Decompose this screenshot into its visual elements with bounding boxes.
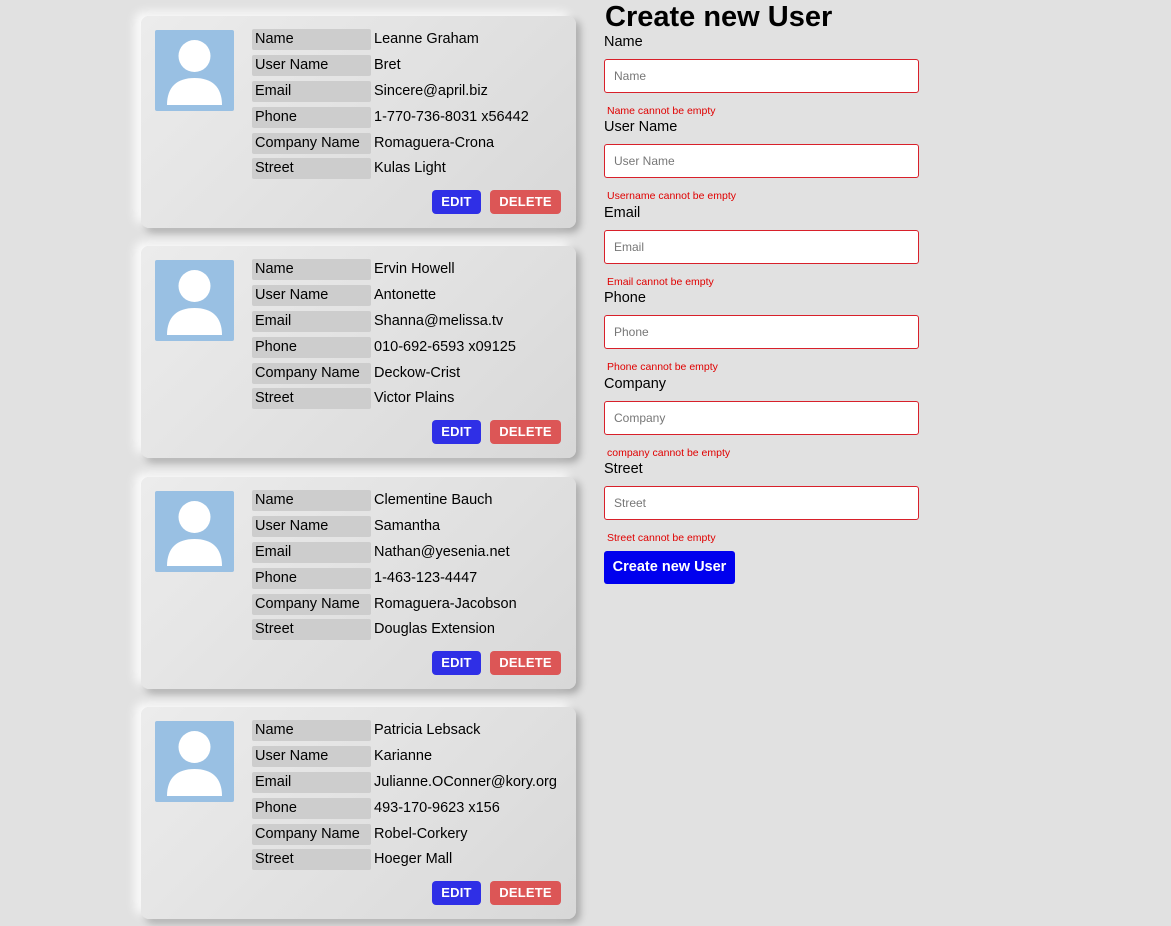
delete-button[interactable]: DELETE [490,651,561,675]
email-value: Sincere@april.biz [374,82,488,99]
street-label: Street [252,388,371,410]
email-input[interactable] [604,230,919,264]
name-value: Leanne Graham [374,31,479,47]
form-title: Create new User [605,1,833,33]
company-value: Robel-Corkery [374,825,468,842]
email-value: Nathan@yesenia.net [374,543,510,560]
user-card: Name Ervin Howell User Name Antonette Emai… [141,246,576,458]
name-label: Name [252,490,371,511]
user-info: Name Ervin Howell User Name Antonette Emai… [252,258,572,413]
edit-button[interactable]: EDIT [432,190,481,214]
street-field-label: Street [604,461,643,477]
name-value: Patricia Lebsack [374,722,481,738]
user-avatar-icon [155,721,234,802]
username-label: User Name [252,54,371,76]
phone-label: Phone [252,336,371,358]
username-label: User Name [252,515,371,537]
user-info: Name Clementine Bauch User Name Samantha E… [252,489,572,644]
delete-button[interactable]: DELETE [490,420,561,444]
email-label: Email [252,80,371,102]
company-input[interactable] [604,401,919,435]
phone-field-label: Phone [604,290,646,306]
user-info: Name Leanne Graham User Name Bret Email Sin… [252,28,572,183]
name-value: Clementine Bauch [374,492,493,508]
phone-value: 1-463-123-4447 [374,569,478,586]
email-label: Email [252,771,371,793]
company-label: Company Name [252,593,371,615]
street-value: Douglas Extension [374,621,495,638]
street-label: Street [252,158,371,180]
name-label: Name [252,29,371,50]
email-value: Shanna@melissa.tv [374,312,504,329]
street-input[interactable] [604,486,919,520]
street-value: Kulas Light [374,160,446,177]
phone-label: Phone [252,797,371,819]
username-value: Karianne [374,747,433,764]
username-value: Antonette [374,286,437,303]
company-label: Company Name [252,132,371,154]
company-field-label: Company [604,376,667,392]
create-user-button[interactable]: Create new User [604,551,735,584]
user-card: Name Patricia Lebsack User Name Karianne E… [141,707,576,919]
street-value: Hoeger Mall [374,851,453,868]
user-info: Name Patricia Lebsack User Name Karianne E… [252,719,572,874]
company-label: Company Name [252,823,371,845]
company-label: Company Name [252,362,371,384]
username-label: User Name [252,284,371,306]
street-value: Victor Plains [374,390,455,407]
delete-button[interactable]: DELETE [490,190,561,214]
street-error: Street cannot be empty [607,532,716,544]
name-label: Name [252,720,371,741]
name-error: Name cannot be empty [607,105,716,117]
username-value: Bret [374,56,401,73]
name-label: Name [252,259,371,280]
phone-value: 010-692-6593 x09125 [374,338,516,355]
username-label: User Name [252,745,371,767]
user-card: Name Clementine Bauch User Name Samantha E… [141,477,576,689]
user-avatar-icon [155,30,234,111]
user-card: Name Leanne Graham User Name Bret Email Sin… [141,16,576,228]
username-field-label: User Name [604,119,678,135]
street-label: Street [252,849,371,871]
edit-button[interactable]: EDIT [432,651,481,675]
email-field-label: Email [604,205,641,221]
phone-label: Phone [252,106,371,128]
phone-value: 493-170-9623 x156 [374,799,500,816]
company-value: Deckow-Crist [374,364,461,381]
user-avatar-icon [155,491,234,572]
company-value: Romaguera-Jacobson [374,595,517,612]
edit-button[interactable]: EDIT [432,420,481,444]
company-error: company cannot be empty [607,447,731,459]
email-label: Email [252,541,371,563]
street-label: Street [252,619,371,641]
user-avatar-icon [155,260,234,341]
username-error: Username cannot be empty [607,190,736,202]
delete-button[interactable]: DELETE [490,881,561,905]
phone-value: 1-770-736-8031 x56442 [374,108,529,125]
username-input[interactable] [604,144,919,178]
email-label: Email [252,310,371,332]
phone-input[interactable] [604,315,919,349]
company-value: Romaguera-Crona [374,134,495,151]
page: Name Leanne Graham User Name Bret Email Sin… [0,0,1171,926]
username-value: Samantha [374,517,441,534]
name-input[interactable] [604,59,919,93]
phone-error: Phone cannot be empty [607,361,718,373]
phone-label: Phone [252,567,371,589]
email-error: Email cannot be empty [607,276,714,288]
name-field-label: Name [604,34,643,50]
edit-button[interactable]: EDIT [432,881,481,905]
name-value: Ervin Howell [374,261,455,277]
email-value: Julianne.OConner@kory.org [374,773,557,790]
